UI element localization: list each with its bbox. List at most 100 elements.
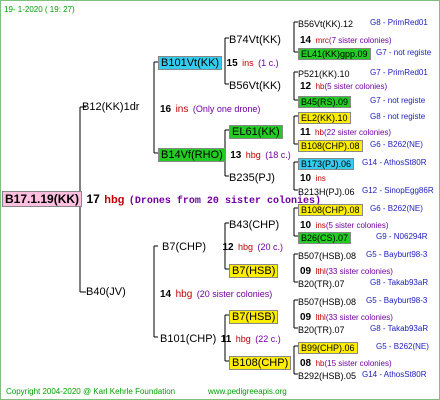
gen4-tag: G5 - Bayburt98-3 [366, 296, 428, 305]
gen4-tag: G7 - PrimRed01 [370, 68, 428, 77]
gen1-node[interactable]: B40(JV) [86, 286, 126, 299]
gen4-tag: G7 - not registe [376, 48, 432, 57]
gen3-name: B7(HSB) [229, 310, 279, 324]
gen3-node[interactable]: B43(CHP) [229, 217, 279, 232]
root-count: 17 [86, 192, 100, 206]
gen4-tag: G14 - AthosSt80R [362, 158, 427, 167]
gen1-unit: hbg [175, 289, 193, 300]
gen3-unit: ins [315, 221, 326, 230]
gen4-node[interactable]: B213H(PJ).06 [298, 184, 355, 199]
gen3-unit: hb [315, 128, 324, 137]
gen3-node[interactable]: B108(CHP) [229, 355, 292, 370]
gen3-info: 11 hb(22 sister colonies) [300, 124, 391, 139]
gen1-info: 16 ins (Only one drone) [160, 101, 260, 116]
gen4-tag: G5 - Bayburt98-3 [366, 250, 428, 259]
gen4-name: B292(HSB).05 [298, 371, 357, 381]
gen4-name: B108(CHP).08 [298, 140, 363, 152]
gen2-node[interactable]: B14Vf(RHO) 13 hbg (18 c.) [158, 147, 291, 162]
root-unit: hbg [104, 194, 125, 206]
gen1-node[interactable]: B12(KK)1dr [82, 101, 139, 114]
gen4-node[interactable]: B99(CHP).06 [298, 340, 358, 355]
gen4-node[interactable]: B26(CS).07 [298, 230, 352, 245]
gen4-tag: G8 - PrimRed01 [370, 18, 428, 27]
gen3-node[interactable]: B7(HSB) [229, 309, 279, 324]
footer-url[interactable]: www.pedigreeapis.org [208, 385, 287, 398]
gen4-tag: G7 - not registe [370, 96, 426, 105]
gen4-node[interactable]: B292(HSB).05 [298, 368, 356, 383]
gen4-node[interactable]: B507(HSB).08 [298, 294, 356, 309]
gen4-tag: G14 - AthosSt80R [362, 370, 427, 379]
gen3-note: (5 sister colonies) [324, 82, 388, 91]
gen3-unit: ins [315, 174, 326, 183]
gen2-node[interactable]: B101Vt(KK) 15 ins (1 c.) [158, 55, 279, 70]
gen3-name: B7(HSB) [229, 264, 279, 278]
gen2-unit: hbg [235, 334, 251, 344]
gen4-node[interactable]: B20(TR).07 [298, 276, 345, 291]
gen2-note: (18 c.) [265, 150, 291, 160]
gen2-name: B101(CHP) [160, 333, 217, 345]
gen4-node[interactable]: P521(KK).10 [298, 66, 350, 81]
gen4-name: B56Vt(KK).12 [298, 19, 354, 29]
gen4-name: B507(HSB).08 [298, 251, 357, 261]
gen2-unit: hbg [245, 150, 261, 160]
gen4-name: B99(CHP).06 [298, 342, 358, 354]
gen4-node[interactable]: B20(TR).07 [298, 322, 345, 337]
gen4-node[interactable]: EL2(KK).10 [298, 110, 351, 125]
footer-copyright: Copyright 2004-2020 @ Karl Kehrle Founda… [6, 387, 176, 396]
gen3-name: B56Vt(KK) [229, 80, 281, 92]
gen4-node[interactable]: B507(HSB).08 [298, 248, 356, 263]
gen2-count: 13 [230, 150, 242, 161]
gen2-note: (22 c.) [255, 334, 281, 344]
gen2-node[interactable]: B101(CHP) 11 hbg (22 c.) [160, 331, 281, 346]
gen4-node[interactable]: B45(RS).09 [298, 94, 352, 109]
gen1-note: (Only one drone) [192, 104, 261, 114]
gen4-node[interactable]: B173(PJ).06 [298, 156, 355, 171]
gen2-name: B14Vf(RHO) [158, 148, 226, 162]
gen4-name: B507(HSB).08 [298, 297, 357, 307]
gen4-tag: G9 - N06294R [376, 232, 428, 241]
gen3-info: 14 mrc(7 sister colonies) [300, 32, 392, 47]
gen3-unit: mrc [315, 36, 329, 45]
gen3-node[interactable]: B235(PJ) [229, 170, 275, 185]
gen2-node[interactable]: B7(CHP) 12 hbg (20 c.) [162, 239, 283, 254]
report-date: 19- 1-2020 ( 19: 27) [4, 5, 75, 14]
root-node[interactable]: B17.1.19(KK) 17 hbg (Drones from 20 sist… [2, 191, 321, 208]
gen3-name: B108(CHP) [229, 356, 292, 370]
gen2-unit: ins [242, 58, 254, 68]
gen3-note: (22 sister colonies) [323, 128, 392, 137]
gen1-info: 14 hbg (20 sister colonies) [160, 286, 272, 301]
gen4-name: B108(CHP).08 [298, 204, 363, 216]
gen3-note: (5 sister colonies) [325, 221, 389, 230]
gen3-note: (15 sister colonies) [324, 359, 392, 368]
gen4-node[interactable]: EL41(KK)gpp.09 [298, 46, 371, 61]
gen3-node[interactable]: B7(HSB) [229, 263, 279, 278]
gen4-tag: G6 - B262(NE) [370, 204, 423, 213]
gen3-name: B235(PJ) [229, 172, 275, 184]
gen3-note: (33 sister colonies) [325, 313, 393, 322]
gen4-name: B213H(PJ).06 [298, 187, 355, 197]
gen4-name: P521(KK).10 [298, 69, 350, 79]
gen3-unit: lthl [315, 267, 326, 276]
gen3-count: 12 [300, 81, 312, 92]
gen4-name: EL2(KK).10 [298, 112, 351, 124]
gen4-node[interactable]: B56Vt(KK).12 [298, 16, 353, 31]
gen3-node[interactable]: B74Vt(KK) [229, 32, 281, 47]
gen1-unit: ins [175, 104, 189, 115]
gen3-name: EL61(KK) [229, 125, 283, 139]
gen2-name: B7(CHP) [162, 241, 207, 253]
gen3-count: 14 [300, 35, 312, 46]
gen4-name: EL41(KK)gpp.09 [298, 48, 371, 60]
gen4-tag: G8 - not registe [370, 112, 426, 121]
gen3-info: 10 ins [300, 170, 326, 185]
gen4-node[interactable]: B108(CHP).08 [298, 202, 363, 217]
gen4-tag: G6 - B262(NE) [370, 140, 423, 149]
gen4-node[interactable]: B108(CHP).08 [298, 138, 363, 153]
gen3-node[interactable]: B56Vt(KK) [229, 78, 281, 93]
gen1-note: (20 sister colonies) [196, 289, 273, 299]
gen3-name: B74Vt(KK) [229, 34, 281, 46]
gen1-count: 16 [160, 104, 172, 115]
gen2-note: (20 c.) [257, 242, 284, 252]
gen4-name: B173(PJ).06 [298, 158, 355, 170]
root-note: (Drones from 20 sister colonies) [128, 196, 321, 207]
gen3-node[interactable]: EL61(KK) [229, 124, 283, 139]
